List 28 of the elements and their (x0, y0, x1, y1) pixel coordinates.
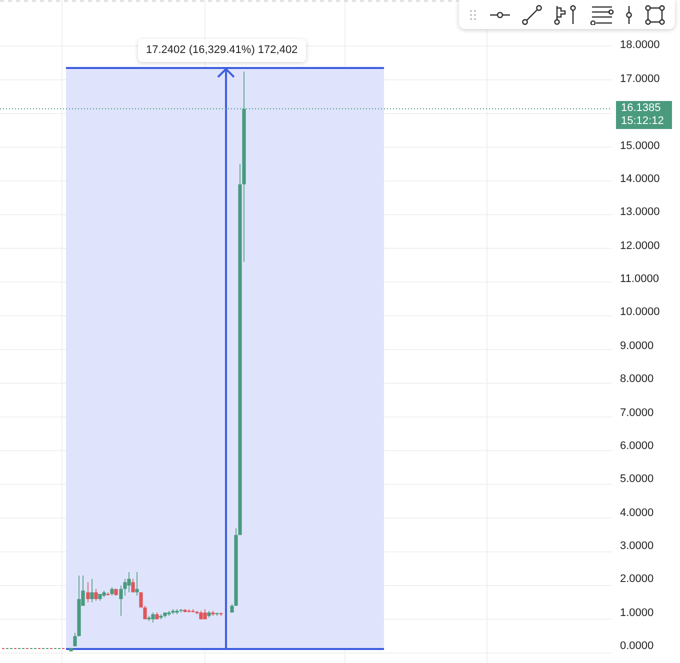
price-axis-label: 9.0000 (620, 338, 654, 354)
bar-countdown: 15:12:12 (621, 115, 665, 128)
price-axis-label: 0.0000 (620, 639, 654, 654)
measure-area[interactable] (66, 68, 384, 649)
last-price: 16.1385 (621, 102, 662, 115)
price-axis-label: 5.0000 (620, 472, 654, 488)
price-axis-label: 17.0000 (620, 72, 660, 87)
flag-line-icon[interactable] (554, 4, 578, 24)
vertical-line-icon[interactable] (625, 4, 634, 24)
price-axis-label: 2.0000 (620, 572, 654, 588)
price-axis-label: 11.0000 (620, 272, 659, 288)
price-axis-label: 6.0000 (620, 438, 654, 454)
price-axis-label: 10.0000 (620, 305, 660, 320)
trend-line-icon[interactable] (522, 4, 542, 24)
price-axis-label: 3.0000 (620, 539, 654, 554)
rectangle-icon[interactable] (644, 4, 665, 24)
parallel-lines-icon[interactable] (590, 4, 614, 24)
measurement-label: 17.2402 (16,329.41%) 172,402 (138, 39, 306, 62)
price-axis-label: 12.0000 (620, 238, 660, 254)
price-axis-label: 15.0000 (620, 138, 660, 154)
price-axis-label: 13.0000 (620, 205, 660, 220)
price-axis-label: 1.0000 (620, 606, 654, 621)
drag-handle-icon[interactable] (469, 8, 477, 20)
price-axis-label: 18.0000 (620, 38, 660, 54)
price-axis-label: 4.0000 (620, 506, 654, 521)
price-axis-label: 14.0000 (620, 172, 660, 187)
price-axis-label: 8.0000 (620, 372, 654, 388)
price-axis-label: 7.0000 (620, 406, 654, 421)
